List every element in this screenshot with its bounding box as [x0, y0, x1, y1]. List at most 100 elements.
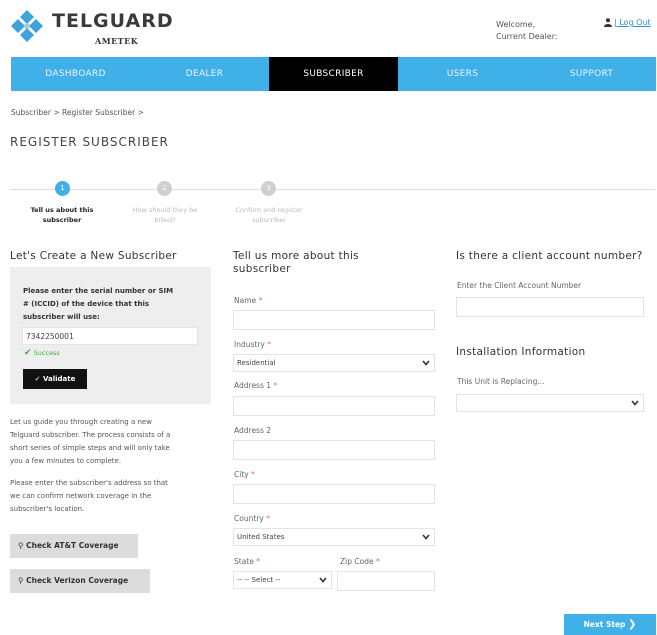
- map-pin-icon: ⚲: [18, 541, 24, 550]
- required-marker: *: [258, 296, 263, 305]
- step-1-indicator: 1: [55, 181, 70, 196]
- nav-dashboard[interactable]: DASHBOARD: [11, 57, 140, 91]
- serial-prompt: Please enter the serial number or SIM # …: [23, 285, 203, 324]
- step-3-label: Confirm and register subscriber: [219, 205, 319, 225]
- name-label: Name *: [234, 296, 262, 305]
- map-pin-icon: ⚲: [18, 576, 24, 585]
- step-1-label: Tell us about this subscriber: [16, 205, 108, 225]
- replacing-label: This Unit is Replacing...: [457, 377, 545, 386]
- address1-input[interactable]: [233, 396, 435, 416]
- check-att-coverage-button[interactable]: ⚲ Check AT&T Coverage: [10, 534, 138, 558]
- client-account-input[interactable]: [456, 297, 644, 317]
- step-3-label-line1: Confirm and register: [235, 206, 303, 214]
- telguard-logo-icon: [11, 10, 43, 42]
- required-marker: *: [375, 557, 380, 566]
- check-att-label: Check AT&T Coverage: [26, 541, 119, 550]
- step-2-label-line1: How should they be: [132, 206, 198, 214]
- country-select[interactable]: United States: [233, 528, 435, 546]
- form-heading: Tell us more about this subscriber: [233, 250, 433, 276]
- chevron-down-icon: [631, 400, 639, 406]
- address-hint-line3: subscriber's location.: [10, 505, 85, 513]
- required-marker: *: [256, 557, 260, 566]
- address2-input[interactable]: [233, 440, 435, 460]
- city-input[interactable]: [233, 484, 435, 504]
- state-label-text: State: [234, 557, 254, 566]
- serial-prompt-line3: subscriber will use:: [23, 313, 100, 321]
- guide-line4: you a few minutes to complete.: [10, 457, 122, 465]
- city-label-text: City: [234, 470, 249, 479]
- step-1-label-line2: subscriber: [42, 216, 82, 224]
- create-subscriber-heading: Let's Create a New Subscriber: [10, 250, 177, 262]
- brand-name: TELGUARD: [52, 10, 174, 32]
- next-step-label: Next Step: [583, 620, 626, 629]
- state-select-value: -- -- Select --: [237, 576, 281, 584]
- step-1-label-line1: Tell us about this: [30, 206, 94, 214]
- nav-subscriber[interactable]: SUBSCRIBER: [269, 57, 398, 91]
- step-3-indicator: 3: [261, 181, 276, 196]
- replacing-select[interactable]: [456, 394, 644, 412]
- current-dealer-label: Current Dealer:: [496, 32, 558, 41]
- validate-button[interactable]: ✓ Validate: [23, 369, 87, 389]
- zip-label-text: Zip Code: [340, 557, 374, 566]
- zip-label: Zip Code *: [340, 557, 380, 566]
- address-hint-line1: Please enter the subscriber's address so…: [10, 479, 168, 487]
- step-3-label-line2: subscriber: [252, 216, 286, 224]
- country-label: Country *: [234, 514, 270, 523]
- welcome-label: Welcome,: [496, 20, 536, 29]
- serial-input[interactable]: 7342250001: [22, 327, 198, 345]
- guide-line1: Let us guide you through creating a new: [10, 418, 152, 426]
- validate-label: Validate: [42, 375, 76, 383]
- serial-prompt-line1: Please enter the serial number or SIM: [23, 287, 174, 295]
- country-label-text: Country: [234, 514, 264, 523]
- check-icon: ✔: [24, 348, 32, 358]
- guide-text: Let us guide you through creating a new …: [10, 416, 214, 468]
- client-account-heading: Is there a client account number?: [456, 250, 643, 262]
- required-marker: *: [266, 514, 270, 523]
- validation-success: ✔ Success: [24, 348, 60, 358]
- address-hint-line2: we can confirm network coverage in the: [10, 492, 152, 500]
- check-verizon-label: Check Verizon Coverage: [26, 576, 129, 585]
- parent-brand: AMETEK: [95, 36, 139, 46]
- nav-support[interactable]: SUPPORT: [527, 57, 656, 91]
- next-step-button[interactable]: Next Step ❯: [564, 614, 656, 635]
- state-label: State *: [234, 557, 260, 566]
- check-verizon-coverage-button[interactable]: ⚲ Check Verizon Coverage: [10, 569, 150, 593]
- address1-label-text: Address 1: [234, 381, 272, 390]
- address2-label: Address 2: [234, 426, 272, 435]
- address-hint-text: Please enter the subscriber's address so…: [10, 477, 214, 516]
- guide-line2: Telguard subscriber. The process consist…: [10, 431, 171, 439]
- logout-link[interactable]: | Log Out: [614, 18, 651, 27]
- chevron-down-icon: [422, 534, 430, 540]
- nav-dealer[interactable]: DEALER: [140, 57, 269, 91]
- zip-input[interactable]: [337, 571, 435, 591]
- address1-label: Address 1 *: [234, 381, 277, 390]
- step-2-indicator: 2: [157, 181, 172, 196]
- country-select-value: United States: [237, 533, 285, 541]
- installation-heading: Installation Information: [456, 346, 586, 358]
- required-marker: *: [273, 381, 278, 390]
- form-heading-line1: Tell us more about this: [233, 250, 359, 262]
- city-label: City *: [234, 470, 255, 479]
- page-title: REGISTER SUBSCRIBER: [10, 135, 169, 149]
- name-label-text: Name: [234, 296, 257, 305]
- industry-label: Industry *: [234, 340, 271, 349]
- user-icon: [604, 18, 612, 27]
- step-2-label-line2: billed?: [154, 216, 176, 224]
- industry-select[interactable]: Residential: [233, 354, 435, 372]
- welcome-text: Welcome, Current Dealer:: [496, 19, 558, 43]
- chevron-right-icon: ❯: [628, 619, 637, 630]
- chevron-down-icon: [319, 577, 327, 583]
- breadcrumb[interactable]: Subscriber > Register Subscriber >: [11, 108, 144, 117]
- industry-label-text: Industry: [234, 340, 265, 349]
- nav-users[interactable]: USERS: [398, 57, 527, 91]
- name-input[interactable]: [233, 310, 435, 330]
- state-select[interactable]: -- -- Select --: [233, 571, 332, 589]
- form-heading-line2: subscriber: [233, 263, 291, 275]
- required-marker: *: [251, 470, 255, 479]
- step-progress-line: [10, 189, 655, 190]
- step-2-label: How should they be billed?: [118, 205, 212, 225]
- serial-prompt-line2: # (ICCID) of the device that this: [23, 300, 150, 308]
- success-label: Success: [33, 349, 60, 357]
- guide-line3: short series of simple steps and will on…: [10, 444, 170, 452]
- industry-select-value: Residential: [237, 359, 276, 367]
